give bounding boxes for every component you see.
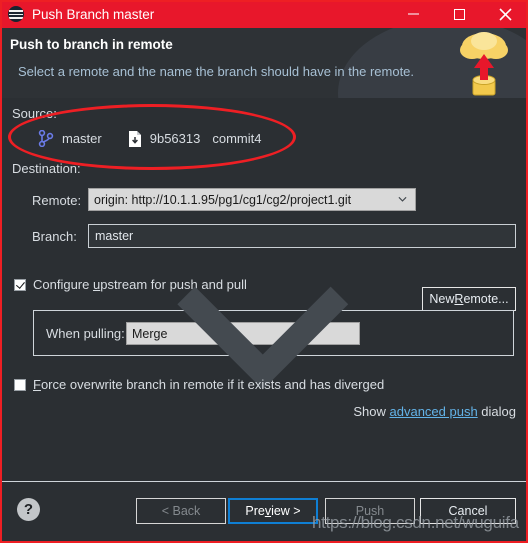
push-branch-dialog: Push Branch master Push to branch in rem…: [0, 0, 528, 543]
preview-button[interactable]: Pre v iew >: [228, 498, 318, 524]
chevron-down-icon: [177, 286, 349, 390]
when-pulling-combo[interactable]: Merge: [126, 286, 360, 390]
remote-combo[interactable]: origin: http://10.1.1.95/pg1/cg1/cg2/pro…: [88, 188, 416, 211]
minimize-button[interactable]: [390, 0, 436, 28]
source-row: master 9b56313 commit4: [38, 130, 261, 147]
force-mnemonic: F: [33, 377, 41, 392]
dialog-body: Source: master 9b56313 commit4 Destinati…: [0, 98, 528, 481]
force-overwrite-label: Force overwrite branch in remote if it e…: [33, 377, 384, 392]
maximize-button[interactable]: [436, 0, 482, 28]
back-button[interactable]: < Back: [136, 498, 226, 524]
destination-label: Destination:: [12, 161, 81, 176]
when-pulling-label: When pulling:: [46, 326, 125, 341]
commit-file-icon: [128, 130, 141, 147]
when-pulling-value: Merge: [132, 326, 168, 341]
preview-prefix: Pre: [245, 504, 265, 518]
remote-combo-value: origin: http://10.1.1.95/pg1/cg1/cg2/pro…: [94, 192, 352, 207]
window-controls: [390, 0, 528, 28]
force-overwrite-checkbox[interactable]: [14, 378, 26, 391]
advanced-push-link[interactable]: advanced push: [390, 404, 478, 419]
preview-suffix: iew >: [271, 504, 301, 518]
title-bar: Push Branch master: [0, 0, 528, 28]
source-branch-name: master: [62, 131, 102, 146]
eclipse-git-icon: [8, 6, 24, 22]
remote-label: Remote:: [32, 193, 82, 208]
source-commit-sha: 9b56313: [149, 131, 201, 146]
dialog-header: Push to branch in remote Select a remote…: [0, 28, 528, 98]
cloud-upload-icon: [460, 32, 508, 96]
advanced-before: Show: [353, 404, 390, 419]
advanced-after: dialog: [477, 404, 516, 419]
new-remote-mnemonic: R: [454, 292, 464, 306]
force-overwrite-row[interactable]: Force overwrite branch in remote if it e…: [14, 377, 384, 392]
source-label: Source:: [12, 106, 57, 121]
advanced-push-line: Show advanced push dialog: [353, 404, 516, 419]
header-title: Push to branch in remote: [10, 37, 173, 52]
new-remote-suffix: emote...: [463, 292, 509, 306]
branch-input-value: master: [95, 229, 134, 243]
chevron-down-icon: [398, 196, 407, 202]
upstream-prefix: Configure: [33, 277, 93, 292]
watermark: https://blog.csdn.net/wuguifa: [312, 513, 519, 532]
close-icon: [498, 7, 512, 21]
branch-label: Branch:: [32, 229, 77, 244]
help-icon[interactable]: ?: [17, 498, 40, 521]
close-button[interactable]: [482, 0, 528, 28]
git-branch-icon: [38, 130, 54, 147]
minimize-icon: [407, 13, 419, 15]
new-remote-button[interactable]: New Remote...: [422, 287, 516, 311]
maximize-icon: [453, 8, 465, 20]
header-subtitle: Select a remote and the name the branch …: [18, 64, 415, 79]
force-suffix: orce overwrite branch in remote if it ex…: [40, 377, 385, 392]
configure-upstream-checkbox[interactable]: [14, 278, 26, 291]
window-title: Push Branch master: [32, 6, 155, 22]
new-remote-prefix: New: [429, 292, 455, 306]
source-commit-message: commit4: [212, 131, 262, 146]
